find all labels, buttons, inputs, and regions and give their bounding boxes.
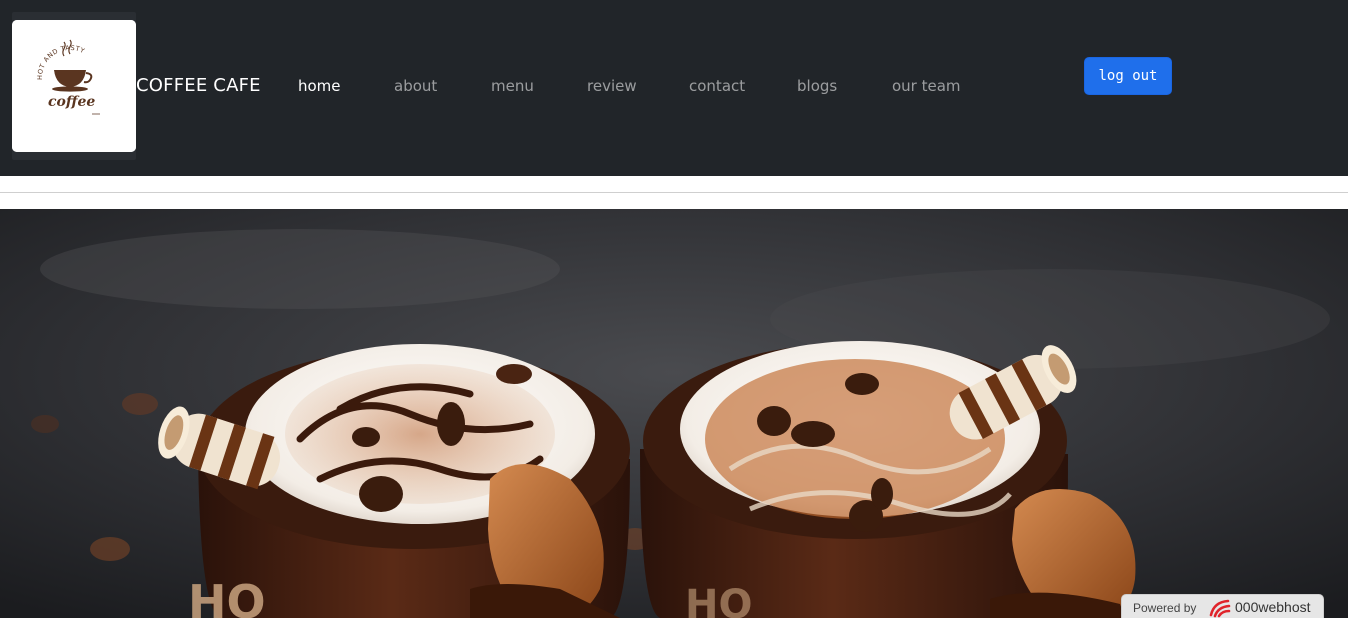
nav-link-blogs[interactable]: blogs [797, 77, 837, 95]
nav-link-contact[interactable]: contact [689, 77, 745, 95]
powered-by-badge[interactable]: Powered by 000webhost [1121, 594, 1324, 618]
nav-link-review[interactable]: review [587, 77, 637, 95]
coffee-cup-logo-icon: HOT AND TASTY coffee [12, 20, 136, 152]
hero-image: HO HO [0, 209, 1348, 618]
nav-link-menu[interactable]: menu [491, 77, 534, 95]
webhost-logo-icon [1209, 599, 1231, 618]
svg-text:HO: HO [188, 575, 266, 618]
divider [0, 192, 1348, 193]
nav-link-our-team[interactable]: our team [892, 77, 961, 95]
svg-text:HO: HO [685, 582, 752, 618]
webhost-name: 000webhost [1235, 599, 1311, 615]
brand-name[interactable]: COFFEE CAFE [136, 75, 261, 96]
logo[interactable]: HOT AND TASTY coffee [12, 20, 136, 152]
nav-link-about[interactable]: about [394, 77, 437, 95]
nav-link-home[interactable]: home [298, 77, 341, 95]
logout-button[interactable]: log out [1084, 57, 1172, 95]
logo-frame: HOT AND TASTY coffee [12, 12, 136, 160]
navbar: HOT AND TASTY coffee COFFEE CAFE home ab… [0, 0, 1348, 176]
svg-text:coffee: coffee [48, 94, 95, 110]
hot-chocolate-mugs-image: HO HO [0, 209, 1348, 618]
powered-by-label: Powered by [1133, 601, 1197, 615]
